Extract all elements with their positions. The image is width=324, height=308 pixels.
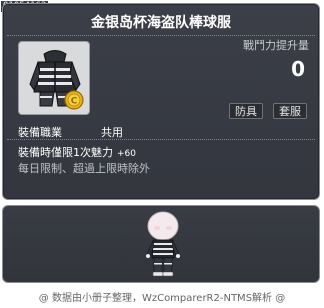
svg-text:C: C	[71, 97, 78, 107]
power-upgrade-value: 0	[291, 57, 305, 81]
power-upgrade-label: 戰鬥力提升量	[243, 39, 309, 52]
divider	[7, 35, 315, 36]
item-tooltip: 金银岛杯海盗队棒球服 C 戰鬥力提升量 0 防具 套服 裝備職業 共用 裝備時僅…	[2, 3, 320, 200]
baseball-jacket-icon: C	[29, 50, 84, 110]
daily-limit-note: 每日限制、超過上限時除外	[18, 162, 150, 175]
tag-set-button[interactable]: 套服	[273, 103, 307, 119]
character-preview-panel	[2, 205, 320, 283]
gold-coin-icon: C	[64, 90, 84, 110]
item-title: 金银岛杯海盗队棒球服	[91, 15, 231, 31]
charm-bonus: +60	[117, 149, 136, 159]
job-value: 共用	[101, 126, 123, 139]
character-avatar	[146, 211, 180, 277]
job-label: 裝備職業	[18, 126, 62, 139]
equip-limit-text: 裝備時僅限1次魅力 +60	[18, 144, 136, 160]
divider	[7, 139, 315, 140]
item-icon-frame: C	[18, 41, 90, 115]
equip-limit-label: 裝備時僅限1次魅力	[18, 146, 113, 159]
tag-armor-button[interactable]: 防具	[229, 103, 263, 119]
footer-credit: @ 数据由小册子整理，WzComparerR2-NTMS解析 @	[38, 293, 286, 304]
